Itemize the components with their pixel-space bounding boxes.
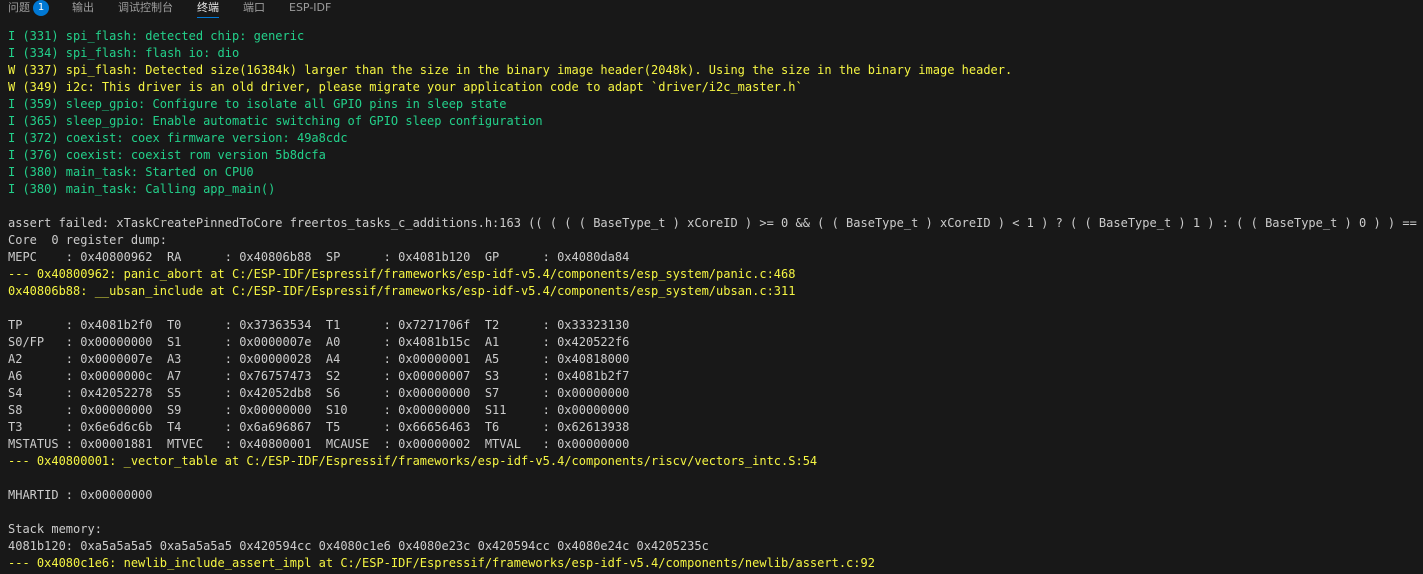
tab-output-label: 输出 — [72, 1, 94, 14]
tab-debug-console-label: 调试控制台 — [118, 1, 173, 14]
terminal-line: I (334) spi_flash: flash io: dio — [8, 46, 240, 60]
tab-problems[interactable]: 问题 1 — [8, 0, 49, 24]
terminal-line: TP : 0x4081b2f0 T0 : 0x37363534 T1 : 0x7… — [8, 318, 630, 332]
panel-tab-bar: 问题 1 输出 调试控制台 终端 端口 ESP-IDF — [0, 0, 1423, 24]
tab-terminal-label: 终端 — [197, 1, 219, 14]
terminal-line: --- 0x40800962: panic_abort at C:/ESP-ID… — [8, 267, 796, 281]
terminal-output[interactable]: I (331) spi_flash: detected chip: generi… — [8, 28, 1423, 574]
tab-output[interactable]: 输出 — [72, 0, 94, 24]
terminal-line: S0/FP : 0x00000000 S1 : 0x0000007e A0 : … — [8, 335, 630, 349]
terminal-line: MEPC : 0x40800962 RA : 0x40806b88 SP : 0… — [8, 250, 630, 264]
tab-esp-idf-label: ESP-IDF — [289, 1, 332, 14]
terminal-line: S8 : 0x00000000 S9 : 0x00000000 S10 : 0x… — [8, 403, 630, 417]
terminal-line: I (380) main_task: Calling app_main() — [8, 182, 276, 196]
tab-ports-label: 端口 — [243, 1, 265, 14]
tab-terminal[interactable]: 终端 — [197, 0, 219, 24]
tab-esp-idf[interactable]: ESP-IDF — [289, 0, 331, 24]
terminal-line: I (376) coexist: coexist rom version 5b8… — [8, 148, 326, 162]
terminal-line: --- 0x4080c1e6: newlib_include_assert_im… — [8, 556, 875, 570]
terminal-line: MSTATUS : 0x00001881 MTVEC : 0x40800001 … — [8, 437, 630, 451]
terminal-line: Stack memory: — [8, 522, 102, 536]
terminal-line: I (331) spi_flash: detected chip: generi… — [8, 29, 305, 43]
terminal-line: W (337) spi_flash: Detected size(16384k)… — [8, 63, 1013, 77]
terminal-line: MHARTID : 0x00000000 — [8, 488, 153, 502]
terminal-line: --- 0x40800001: _vector_table at C:/ESP-… — [8, 454, 818, 468]
terminal-line: W (349) i2c: This driver is an old drive… — [8, 80, 803, 94]
terminal-line: assert failed: xTaskCreatePinnedToCore f… — [8, 216, 1423, 230]
terminal-line: I (372) coexist: coex firmware version: … — [8, 131, 348, 145]
terminal-line: I (365) sleep_gpio: Enable automatic swi… — [8, 114, 543, 128]
terminal-line: S4 : 0x42052278 S5 : 0x42052db8 S6 : 0x0… — [8, 386, 630, 400]
terminal-line: T3 : 0x6e6d6c6b T4 : 0x6a696867 T5 : 0x6… — [8, 420, 630, 434]
problems-count-badge: 1 — [33, 0, 49, 16]
terminal-line: I (380) main_task: Started on CPU0 — [8, 165, 254, 179]
tab-debug-console[interactable]: 调试控制台 — [118, 0, 173, 24]
terminal-line: Core 0 register dump: — [8, 233, 167, 247]
terminal-line: A2 : 0x0000007e A3 : 0x00000028 A4 : 0x0… — [8, 352, 630, 366]
terminal-line: I (359) sleep_gpio: Configure to isolate… — [8, 97, 507, 111]
terminal-line: A6 : 0x0000000c A7 : 0x76757473 S2 : 0x0… — [8, 369, 630, 383]
tab-ports[interactable]: 端口 — [243, 0, 265, 24]
terminal-line: 0x40806b88: __ubsan_include at C:/ESP-ID… — [8, 284, 796, 298]
tab-problems-label: 问题 — [8, 1, 30, 14]
terminal-line: 4081b120: 0xa5a5a5a5 0xa5a5a5a5 0x420594… — [8, 539, 709, 553]
